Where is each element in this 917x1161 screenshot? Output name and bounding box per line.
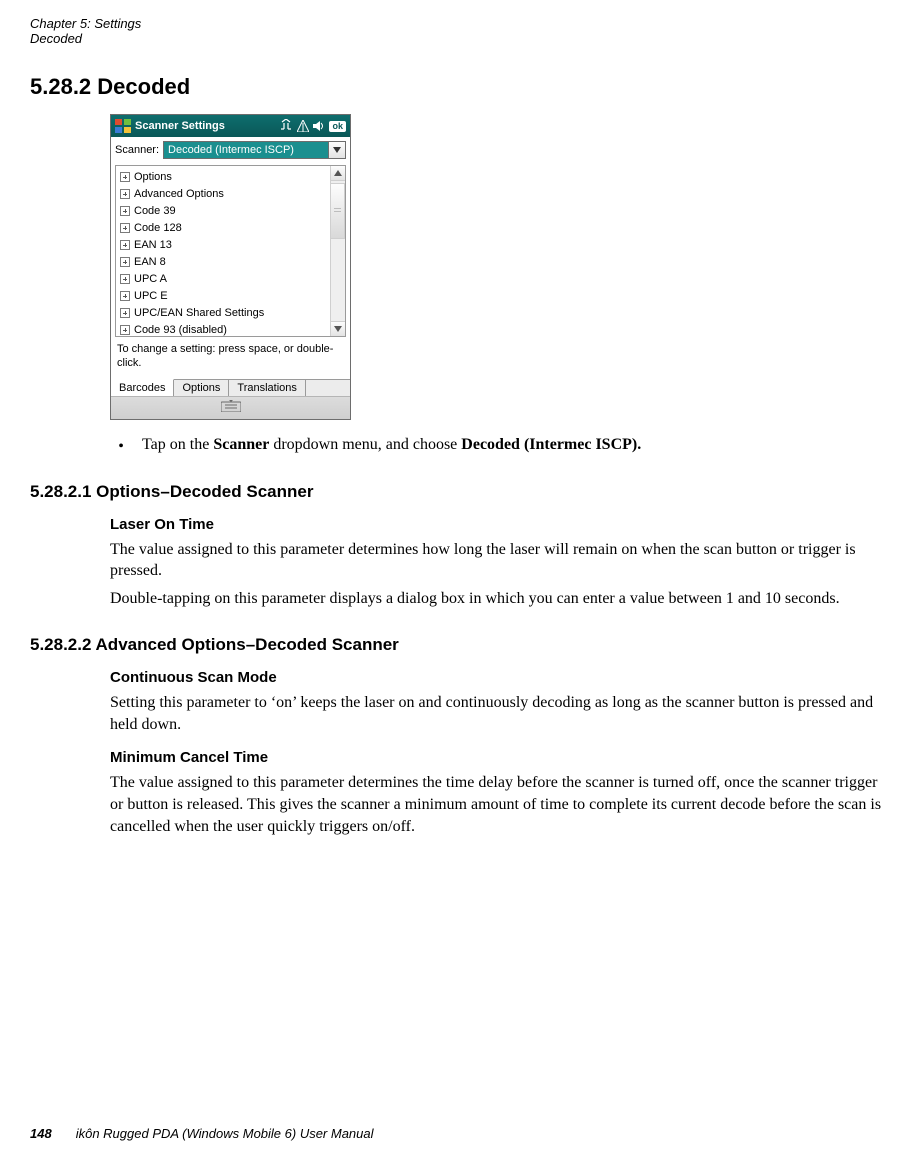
page-number: 148: [30, 1126, 52, 1141]
plus-icon[interactable]: [120, 325, 130, 335]
scroll-thumb[interactable]: [331, 183, 345, 239]
speaker-icon[interactable]: [313, 120, 325, 132]
plus-icon[interactable]: [120, 291, 130, 301]
tree-item-upca[interactable]: UPC A: [116, 270, 330, 287]
tree-item-upcean-shared[interactable]: UPC/EAN Shared Settings: [116, 304, 330, 321]
running-header-line1: Chapter 5: Settings: [30, 16, 887, 31]
signal-icon[interactable]: [297, 120, 309, 132]
titlebar: Scanner Settings: [111, 115, 350, 137]
plus-icon[interactable]: [120, 257, 130, 267]
footer: 148 ikôn Rugged PDA (Windows Mobile 6) U…: [30, 1126, 374, 1141]
scanner-dropdown[interactable]: Decoded (Intermec ISCP): [163, 141, 346, 159]
bold-decoded: Decoded (Intermec ISCP).: [461, 436, 641, 453]
ok-button[interactable]: ok: [329, 121, 346, 132]
tree-item-ean8[interactable]: EAN 8: [116, 253, 330, 270]
tree-item-label: Code 93 (disabled): [134, 324, 227, 336]
tree-item-label: UPC A: [134, 273, 167, 285]
tree-item-code93[interactable]: Code 93 (disabled): [116, 321, 330, 336]
chevron-down-icon[interactable]: [328, 141, 346, 159]
scanner-label: Scanner:: [115, 144, 159, 156]
page: Chapter 5: Settings Decoded 5.28.2 Decod…: [0, 0, 917, 1161]
tree-item-label: Code 128: [134, 222, 182, 234]
settings-tree: Options Advanced Options Code 39 Code 12…: [115, 165, 346, 337]
tab-options[interactable]: Options: [174, 380, 229, 396]
bold-scanner: Scanner: [213, 436, 269, 453]
tree-list[interactable]: Options Advanced Options Code 39 Code 12…: [116, 166, 330, 336]
instruction-bullet: • Tap on the Scanner dropdown menu, and …: [118, 436, 887, 456]
window-title: Scanner Settings: [135, 120, 275, 132]
plus-icon[interactable]: [120, 274, 130, 284]
bottom-tabs: Barcodes Options Translations: [111, 379, 350, 396]
scroll-down-icon[interactable]: [331, 321, 345, 336]
heading-laser-on-time: Laser On Time: [110, 516, 887, 533]
heading-minimum-cancel-time: Minimum Cancel Time: [110, 749, 887, 766]
scanner-settings-window: Scanner Settings: [110, 114, 351, 420]
tree-item-options[interactable]: Options: [116, 168, 330, 185]
running-header-line2: Decoded: [30, 31, 887, 46]
tree-item-label: Code 39: [134, 205, 176, 217]
plus-icon[interactable]: [120, 240, 130, 250]
tree-item-label: EAN 13: [134, 239, 172, 251]
plus-icon[interactable]: [120, 308, 130, 318]
scroll-up-icon[interactable]: [331, 166, 345, 181]
section-heading-decoded: 5.28.2 Decoded: [30, 74, 887, 100]
para-continuous-scan: Setting this parameter to ‘on’ keeps the…: [110, 692, 887, 735]
start-icon[interactable]: [115, 119, 131, 133]
tree-item-code128[interactable]: Code 128: [116, 219, 330, 236]
plus-icon[interactable]: [120, 206, 130, 216]
hint-text: To change a setting: press space, or dou…: [111, 337, 350, 379]
tree-item-label: UPC/EAN Shared Settings: [134, 307, 264, 319]
para-laser-on-time-2: Double-tapping on this parameter display…: [110, 588, 887, 610]
heading-continuous-scan-mode: Continuous Scan Mode: [110, 669, 887, 686]
tree-item-code39[interactable]: Code 39: [116, 202, 330, 219]
scroll-track[interactable]: [331, 239, 345, 321]
tab-barcodes[interactable]: Barcodes: [111, 379, 174, 396]
tree-item-label: EAN 8: [134, 256, 166, 268]
connectivity-icon[interactable]: [279, 119, 293, 134]
tree-item-label: Options: [134, 171, 172, 183]
para-minimum-cancel-time: The value assigned to this parameter det…: [110, 772, 887, 837]
scanner-dropdown-value: Decoded (Intermec ISCP): [163, 141, 328, 159]
plus-icon[interactable]: [120, 223, 130, 233]
manual-title: ikôn Rugged PDA (Windows Mobile 6) User …: [76, 1126, 374, 1141]
tree-item-label: Advanced Options: [134, 188, 224, 200]
text-fragment: Tap on the: [142, 436, 213, 453]
tab-translations[interactable]: Translations: [229, 380, 306, 396]
keyboard-icon[interactable]: [221, 400, 241, 415]
scanner-row: Scanner: Decoded (Intermec ISCP): [111, 137, 350, 165]
tree-item-upce[interactable]: UPC E: [116, 287, 330, 304]
scrollbar[interactable]: [330, 166, 345, 336]
para-laser-on-time-1: The value assigned to this parameter det…: [110, 539, 887, 582]
plus-icon[interactable]: [120, 172, 130, 182]
soft-key-bar: [111, 396, 350, 419]
heading-options-decoded: 5.28.2.1 Options–Decoded Scanner: [30, 482, 887, 502]
plus-icon[interactable]: [120, 189, 130, 199]
tree-item-label: UPC E: [134, 290, 168, 302]
instruction-text: Tap on the Scanner dropdown menu, and ch…: [142, 436, 641, 454]
screenshot-container: Scanner Settings: [110, 114, 887, 420]
tree-item-advanced-options[interactable]: Advanced Options: [116, 185, 330, 202]
tree-item-ean13[interactable]: EAN 13: [116, 236, 330, 253]
heading-advanced-options-decoded: 5.28.2.2 Advanced Options–Decoded Scanne…: [30, 635, 887, 655]
bullet-dot: •: [118, 436, 124, 456]
text-fragment: dropdown menu, and choose: [269, 436, 461, 453]
